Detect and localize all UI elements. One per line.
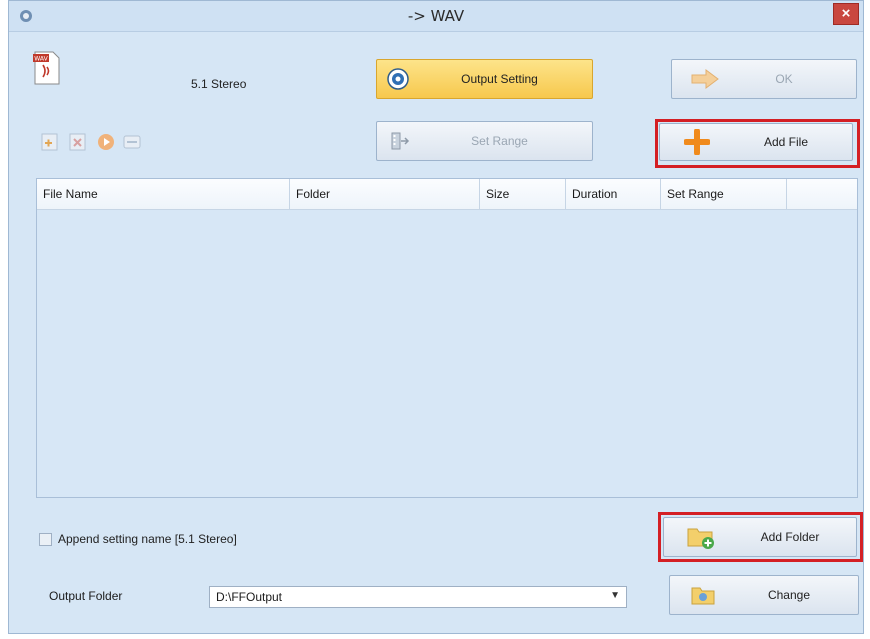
set-range-label: Set Range <box>471 134 528 148</box>
change-label: Change <box>767 588 811 602</box>
ok-button[interactable]: OK <box>671 59 857 99</box>
column-header-set-range[interactable]: Set Range <box>661 179 787 209</box>
info-icon[interactable] <box>121 131 143 153</box>
wav-file-icon: WAV <box>33 51 60 85</box>
column-header-duration[interactable]: Duration <box>566 179 661 209</box>
add-list-icon[interactable] <box>39 131 61 153</box>
output-folder-dropdown[interactable]: D:\FFOutput ▼ <box>209 586 627 608</box>
column-header-folder[interactable]: Folder <box>290 179 480 209</box>
output-setting-label: Output Setting <box>461 72 538 86</box>
chevron-down-icon[interactable]: ▼ <box>610 590 620 601</box>
file-list-header: File Name Folder Size Duration Set Range <box>37 179 857 210</box>
remove-icon[interactable] <box>67 131 89 153</box>
folder-change-icon <box>691 587 715 605</box>
window-title: -> WAV <box>407 7 465 25</box>
append-setting-label: Append setting name [5.1 Stereo] <box>58 532 237 546</box>
svg-text:WAV: WAV <box>34 56 48 63</box>
change-button[interactable]: Change <box>669 575 859 615</box>
add-folder-highlight <box>658 512 863 562</box>
output-folder-value: D:\FFOutput <box>216 590 283 604</box>
file-list[interactable]: File Name Folder Size Duration Set Range <box>36 178 858 498</box>
set-range-button[interactable]: Set Range <box>376 121 593 161</box>
preset-name: 5.1 Stereo <box>191 77 247 91</box>
add-file-highlight <box>655 119 860 168</box>
output-setting-icon <box>387 68 409 90</box>
append-setting-row[interactable]: Append setting name [5.1 Stereo] <box>39 530 237 548</box>
close-button[interactable]: × <box>833 3 859 25</box>
output-setting-button[interactable]: Output Setting <box>376 59 593 99</box>
column-header-file-name[interactable]: File Name <box>37 179 290 209</box>
ok-label: OK <box>775 72 793 86</box>
converter-window: -> WAV × WAV 5.1 Stereo Output Setting O… <box>8 0 864 634</box>
play-icon[interactable] <box>95 131 117 153</box>
append-setting-checkbox[interactable] <box>39 532 52 546</box>
title-bar[interactable]: -> WAV × <box>9 1 863 32</box>
output-folder-label: Output Folder <box>49 589 123 603</box>
column-header-size[interactable]: Size <box>480 179 566 209</box>
